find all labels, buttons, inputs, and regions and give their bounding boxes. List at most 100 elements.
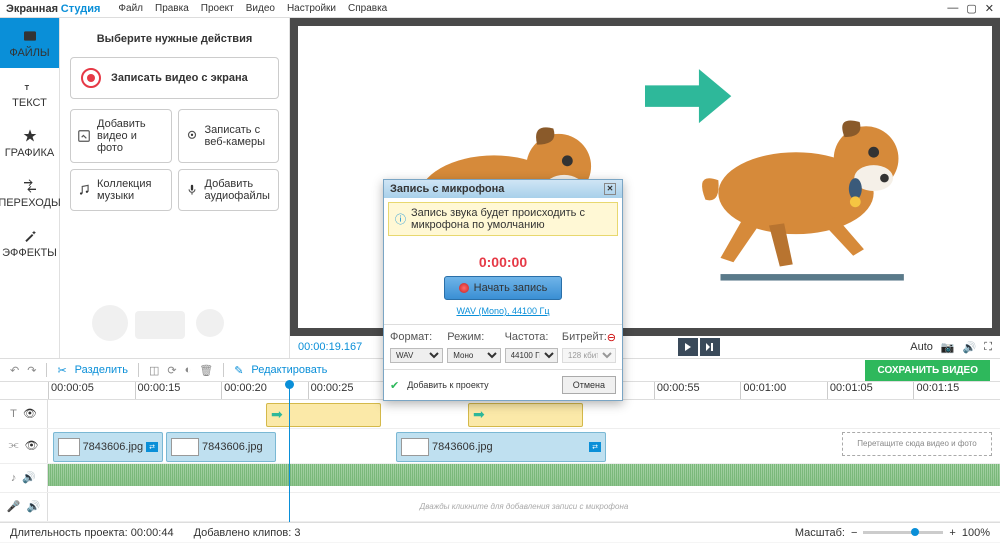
remove-icon[interactable]: ⊖	[607, 331, 616, 344]
dialog-form: Формат: Режим: Частота: Битрейт:⊖ WAV Мо…	[384, 324, 622, 369]
svg-text:T: T	[24, 83, 29, 92]
statusbar: Длительность проекта: 00:00:44 Добавлено…	[0, 522, 1000, 542]
decoration	[80, 293, 260, 353]
zoom-label: Масштаб:	[795, 527, 845, 539]
ruler-tick: 00:00:15	[135, 382, 222, 399]
music-icon	[77, 183, 91, 197]
delete-icon[interactable]: 🗑	[199, 364, 213, 377]
format-link[interactable]: WAV (Mono), 44100 Гц	[392, 306, 614, 316]
video-dropzone[interactable]: Перетащите сюда видео и фото	[842, 432, 992, 456]
mic-track-icon[interactable]: 🎤	[7, 500, 21, 513]
sidebar-item-graphics[interactable]: ГРАФИКА	[0, 118, 59, 168]
button-label: Разделить	[75, 364, 128, 376]
menu-file[interactable]: Файл	[118, 3, 143, 14]
sidebar-item-effects[interactable]: ЭФФЕКТЫ	[0, 218, 59, 268]
ruler-tick: 00:01:05	[827, 382, 914, 399]
menu-help[interactable]: Справка	[348, 3, 387, 14]
mic-icon	[185, 183, 199, 197]
speaker-icon[interactable]: 🔊	[22, 471, 36, 484]
mic-dropzone[interactable]: Дважды кликните для добавления записи с …	[48, 493, 1000, 521]
dialog-title: Запись с микрофона	[390, 183, 504, 195]
info-icon: ⓘ	[395, 211, 406, 227]
cancel-button[interactable]: Отмена	[562, 376, 616, 394]
bitrate-label: Битрейт:	[562, 331, 607, 344]
crop-icon[interactable]: ◫	[149, 364, 159, 377]
record-icon	[81, 68, 101, 88]
button-label: Добавить видео и фото	[97, 118, 165, 154]
add-media-button[interactable]: Добавить видео и фото	[70, 109, 172, 163]
media-icon	[77, 129, 91, 143]
sidebar-item-text[interactable]: T ТЕКСТ	[0, 68, 59, 118]
zoom-out-icon[interactable]: −	[851, 527, 857, 539]
sidebar-item-transitions[interactable]: ПЕРЕХОДЫ	[0, 168, 59, 218]
mic-record-dialog: Запись с микрофона ✕ ⓘ Запись звука буде…	[383, 179, 623, 401]
dialog-titlebar[interactable]: Запись с микрофона ✕	[384, 180, 622, 198]
playhead[interactable]	[289, 382, 290, 522]
volume-icon[interactable]: 🔊	[963, 341, 977, 354]
main-menu: Файл Правка Проект Видео Настройки Справ…	[118, 3, 387, 14]
video-clip[interactable]: 7843606.jpg ⇄	[53, 432, 163, 462]
text-icon: T	[22, 78, 38, 94]
split-button[interactable]: ✂ Разделить	[57, 364, 128, 377]
link-icon[interactable]: ⫘	[9, 439, 19, 452]
freq-select[interactable]: 44100 Гц	[505, 348, 558, 363]
menu-edit[interactable]: Правка	[155, 3, 189, 14]
sidebar-item-files[interactable]: ФАЙЛЫ	[0, 18, 59, 68]
add-to-project-label[interactable]: Добавить к проекту	[407, 380, 488, 390]
minimize-icon[interactable]: —	[947, 2, 958, 15]
check-icon: ✔	[390, 379, 399, 392]
format-select[interactable]: WAV	[390, 348, 443, 363]
menu-video[interactable]: Видео	[246, 3, 275, 14]
play-button[interactable]	[678, 338, 698, 356]
transition-badge[interactable]: ⇄	[589, 442, 601, 452]
next-button[interactable]	[700, 338, 720, 356]
files-icon	[22, 28, 38, 44]
music-track-icon[interactable]: ♪	[11, 472, 17, 484]
wand-icon	[22, 228, 38, 244]
speaker-icon[interactable]: 🔊	[27, 500, 41, 513]
close-icon[interactable]: ✕	[985, 2, 994, 15]
app-title: Экранная Студия	[6, 3, 100, 15]
audio-clip[interactable]	[48, 464, 1000, 486]
track-audio: ♪🔊	[0, 464, 1000, 493]
eye-icon[interactable]: 👁	[23, 407, 37, 420]
music-button[interactable]: Коллекция музыки	[70, 169, 172, 211]
webcam-button[interactable]: Записать с веб-камеры	[178, 109, 280, 163]
transition-badge[interactable]: ⇄	[146, 442, 158, 452]
start-record-button[interactable]: Начать запись	[444, 276, 563, 300]
rotate-icon[interactable]: ⟳	[167, 364, 176, 377]
freq-label: Частота:	[505, 331, 558, 344]
video-clip[interactable]: 7843606.jpg ⇄	[396, 432, 606, 462]
star-icon	[22, 128, 38, 144]
close-icon[interactable]: ✕	[604, 183, 616, 195]
zoom-in-icon[interactable]: +	[949, 527, 955, 539]
add-audio-button[interactable]: Добавить аудиофайлы	[178, 169, 280, 211]
annotation-clip[interactable]: ➡	[266, 403, 381, 427]
video-clip[interactable]: 7843606.jpg	[166, 432, 276, 462]
eye-icon[interactable]: 👁	[24, 439, 38, 452]
sidebar-item-label: ФАЙЛЫ	[9, 47, 49, 59]
save-video-button[interactable]: СОХРАНИТЬ ВИДЕО	[865, 360, 990, 381]
fullscreen-icon[interactable]: ⛶	[984, 341, 992, 354]
transitions-icon	[22, 178, 38, 194]
color-icon[interactable]: ◐	[185, 364, 192, 376]
zoom-slider[interactable]	[863, 531, 943, 534]
text-track-icon[interactable]: T	[10, 408, 17, 420]
maximize-icon[interactable]: ▢	[966, 2, 976, 15]
menu-project[interactable]: Проект	[201, 3, 234, 14]
record-screen-button[interactable]: Записать видео с экрана	[70, 57, 279, 99]
menu-settings[interactable]: Настройки	[287, 3, 336, 14]
dialog-info: ⓘ Запись звука будет происходить с микро…	[388, 202, 618, 236]
annotation-clip[interactable]: ➡	[468, 403, 583, 427]
actions-panel: Выберите нужные действия Записать видео …	[60, 18, 290, 358]
edit-button[interactable]: ✎ Редактировать	[234, 364, 327, 377]
camera-icon[interactable]: 📷	[941, 341, 955, 354]
mode-select[interactable]: Моно	[447, 348, 500, 363]
auto-label[interactable]: Auto	[910, 341, 933, 353]
undo-icon[interactable]: ↶	[10, 364, 19, 377]
redo-icon[interactable]: ↷	[27, 364, 36, 377]
bitrate-select[interactable]: 128 кбит	[562, 348, 616, 363]
button-label: Коллекция музыки	[97, 178, 165, 202]
track-annotation: T 👁 ➡ ➡	[0, 400, 1000, 429]
sidebar-item-label: ЭФФЕКТЫ	[2, 247, 57, 259]
